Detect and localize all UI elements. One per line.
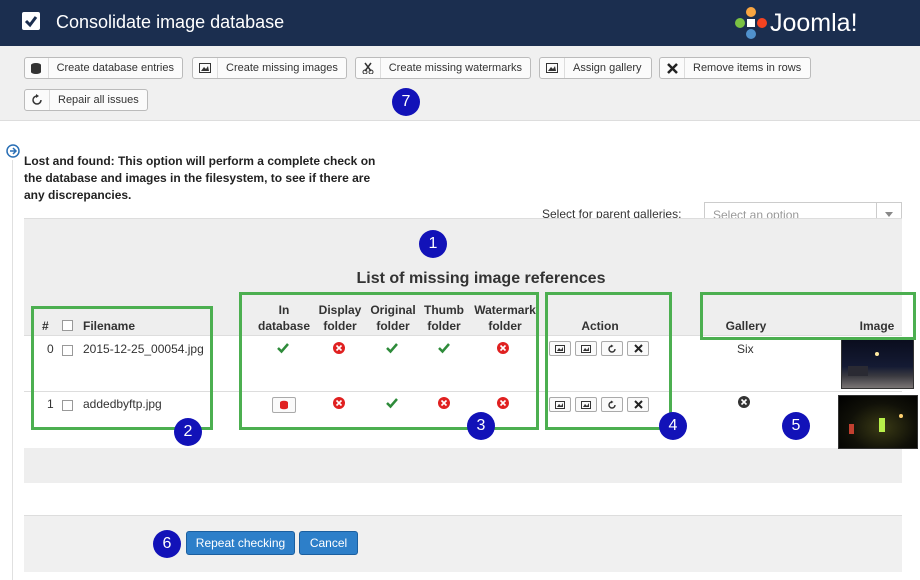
table-title: List of missing image references	[356, 270, 606, 287]
logo-text: Joomla!	[770, 9, 858, 37]
highlight-filename-box	[31, 306, 213, 430]
repair-all-issues-button[interactable]: Repair all issues	[24, 89, 148, 111]
repeat-checking-button[interactable]: Repeat checking	[186, 531, 295, 555]
create-database-entries-button[interactable]: Create database entries	[24, 57, 183, 79]
row-image-thumbnail[interactable]	[841, 339, 914, 389]
highlight-folders-box	[239, 292, 539, 430]
figure-detail	[879, 418, 885, 432]
assign-gallery-button[interactable]: Assign gallery	[539, 57, 652, 79]
joomla-logo-icon	[735, 7, 767, 39]
sidebar-toggle[interactable]	[6, 144, 20, 158]
divider	[12, 160, 13, 580]
joomla-logo: Joomla!	[734, 6, 904, 40]
image-icon	[193, 58, 218, 78]
annotation-badge: 7	[392, 88, 420, 116]
remove-items-in-rows-button[interactable]: Remove items in rows	[659, 57, 811, 79]
checkbox-icon	[22, 12, 40, 30]
highlight-action-box	[545, 292, 672, 430]
app-header: Consolidate image database Joomla!	[0, 0, 920, 46]
row-image-thumbnail[interactable]	[838, 395, 918, 449]
create-missing-watermarks-button[interactable]: Create missing watermarks	[355, 57, 531, 79]
arrow-right-circle-icon	[6, 144, 20, 158]
no-gallery-icon	[738, 396, 750, 408]
toolbar: Create database entries Create missing i…	[0, 46, 920, 121]
database-icon	[25, 58, 49, 78]
image-icon	[540, 58, 565, 78]
annotation-badge: 6	[153, 530, 181, 558]
highlight-gallery-image-box	[700, 292, 916, 340]
cancel-button[interactable]: Cancel	[299, 531, 358, 555]
row-gallery: Six	[737, 342, 754, 356]
annotation-badge: 4	[659, 412, 687, 440]
annotation-badge: 1	[419, 230, 447, 258]
description-text: Lost and found: This option will perform…	[24, 154, 376, 202]
annotation-badge: 5	[782, 412, 810, 440]
annotation-badge: 2	[174, 418, 202, 446]
scissors-icon	[356, 58, 381, 78]
light-detail	[875, 352, 879, 356]
figure-detail	[849, 424, 854, 434]
light-detail	[899, 414, 903, 418]
page-title: Consolidate image database	[56, 12, 285, 32]
create-missing-images-button[interactable]: Create missing images	[192, 57, 347, 79]
close-icon	[660, 58, 685, 78]
refresh-icon	[25, 90, 50, 110]
building-detail	[848, 366, 868, 376]
annotation-badge: 3	[467, 412, 495, 440]
